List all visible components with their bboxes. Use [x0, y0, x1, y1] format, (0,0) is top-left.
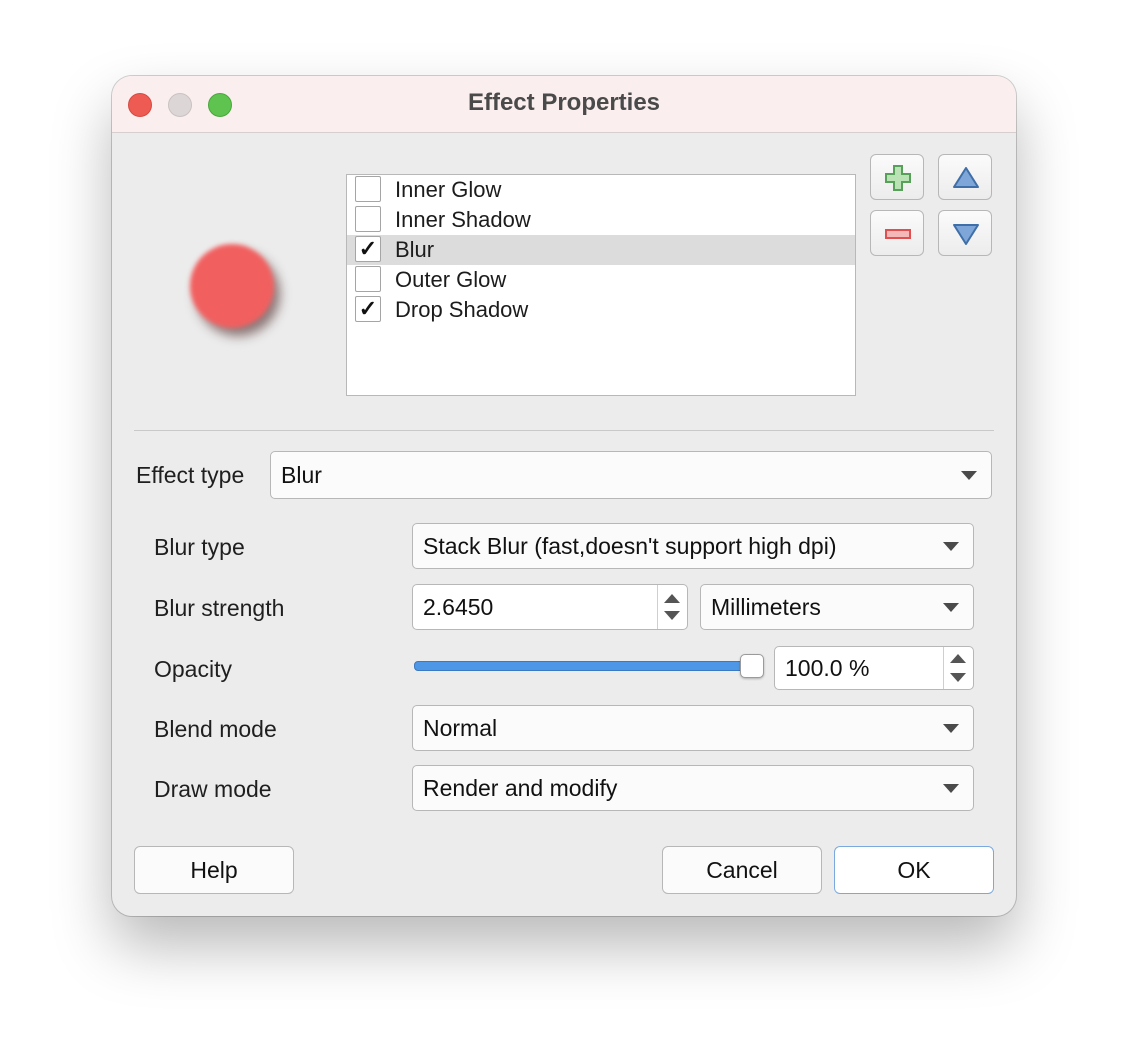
triangle-up-icon [953, 167, 979, 188]
effect-label: Drop Shadow [395, 297, 529, 322]
move-up-button[interactable] [938, 154, 992, 200]
effect-label: Outer Glow [395, 267, 507, 292]
remove-effect-button[interactable] [870, 210, 924, 256]
draw-mode-value: Render and modify [423, 775, 618, 801]
chevron-down-icon [961, 471, 977, 480]
blend-mode-label: Blend mode [154, 716, 277, 742]
draw-mode-label: Draw mode [154, 776, 272, 802]
opacity-label: Opacity [154, 656, 232, 682]
spin-up-icon[interactable] [664, 594, 680, 603]
spin-up-icon[interactable] [950, 654, 966, 663]
effect-label: Blur [395, 237, 435, 262]
opacity-spinbox[interactable]: 100.0 % [774, 646, 974, 690]
blur-unit-combo[interactable]: Millimeters [700, 584, 974, 630]
plus-icon [885, 165, 911, 191]
spin-arrows[interactable] [657, 585, 687, 629]
spin-down-icon[interactable] [664, 611, 680, 620]
effect-item-blur[interactable]: ✓ Blur [347, 235, 855, 265]
ok-button[interactable]: OK [834, 846, 994, 894]
effect-properties-dialog: Effect Properties Inner Glow Inner Shado… [112, 76, 1016, 916]
opacity-slider[interactable] [414, 661, 756, 671]
blur-type-label: Blur type [154, 534, 245, 560]
blend-mode-combo[interactable]: Normal [412, 705, 974, 751]
effect-item-drop-shadow[interactable]: ✓ Drop Shadow [347, 295, 855, 325]
move-down-button[interactable] [938, 210, 992, 256]
title-bar: Effect Properties [112, 76, 1016, 133]
blur-strength-value: 2.6450 [423, 594, 494, 620]
blur-type-combo[interactable]: Stack Blur (fast,doesn't support high dp… [412, 523, 974, 569]
opacity-value: 100.0 % [785, 655, 870, 681]
help-button[interactable]: Help [134, 846, 294, 894]
blend-mode-value: Normal [423, 715, 498, 741]
effect-checkbox[interactable]: ✓ [355, 236, 381, 262]
chevron-down-icon [943, 784, 959, 793]
effect-label: Inner Glow [395, 177, 502, 202]
effect-checkbox[interactable] [355, 266, 381, 292]
blur-strength-label: Blur strength [154, 595, 285, 621]
blur-unit-value: Millimeters [711, 594, 821, 620]
spin-down-icon[interactable] [950, 673, 966, 682]
effect-item-inner-glow[interactable]: Inner Glow [347, 175, 855, 205]
draw-mode-combo[interactable]: Render and modify [412, 765, 974, 811]
spin-arrows[interactable] [943, 647, 973, 689]
add-effect-button[interactable] [870, 154, 924, 200]
divider [134, 430, 994, 431]
blur-strength-spinbox[interactable]: 2.6450 [412, 584, 688, 630]
cancel-button[interactable]: Cancel [662, 846, 822, 894]
effect-checkbox[interactable] [355, 176, 381, 202]
effect-item-outer-glow[interactable]: Outer Glow [347, 265, 855, 295]
triangle-down-icon [953, 224, 979, 245]
effect-checkbox[interactable]: ✓ [355, 296, 381, 322]
effect-type-combo[interactable]: Blur [270, 451, 992, 499]
effect-preview [190, 244, 274, 328]
minus-icon [885, 229, 911, 239]
window-title: Effect Properties [467, 89, 661, 116]
effect-type-value: Blur [281, 462, 322, 488]
effect-checkbox[interactable] [355, 206, 381, 232]
effect-type-label: Effect type [136, 462, 245, 488]
effect-item-inner-shadow[interactable]: Inner Shadow [347, 205, 855, 235]
opacity-slider-handle[interactable] [740, 654, 764, 678]
chevron-down-icon [943, 542, 959, 551]
effect-label: Inner Shadow [395, 207, 531, 232]
effects-list[interactable]: Inner Glow Inner Shadow ✓ Blur Outer Glo… [346, 174, 856, 396]
blur-type-value: Stack Blur (fast,doesn't support high dp… [423, 533, 837, 559]
chevron-down-icon [943, 724, 959, 733]
chevron-down-icon [943, 603, 959, 612]
